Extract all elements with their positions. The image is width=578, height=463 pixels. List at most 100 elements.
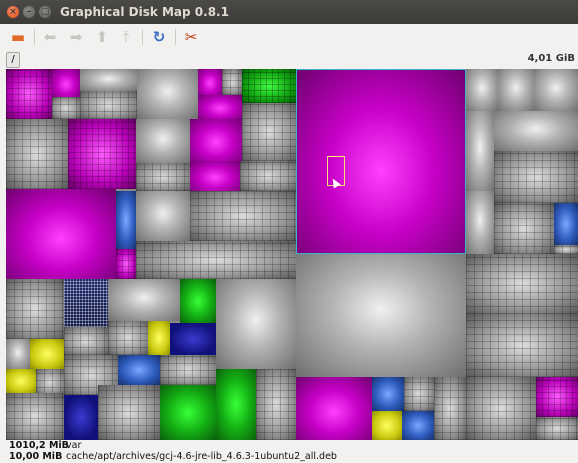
window-title: Graphical Disk Map 0.8.1 <box>60 5 229 19</box>
treemap-tile[interactable] <box>180 279 216 323</box>
preferences-button[interactable]: ✂ <box>181 27 201 47</box>
treemap-tile[interactable] <box>404 377 434 411</box>
treemap-tile[interactable] <box>240 161 296 191</box>
treemap-tile[interactable] <box>6 189 116 279</box>
treemap-tile[interactable] <box>136 163 190 191</box>
treemap-tile[interactable] <box>190 119 242 161</box>
treemap-tile[interactable] <box>52 97 80 119</box>
treemap-tile[interactable] <box>536 417 578 440</box>
treemap-tile[interactable] <box>402 411 434 440</box>
treemap-tile[interactable] <box>198 95 242 119</box>
treemap-tile[interactable] <box>190 161 240 191</box>
treemap-tile[interactable] <box>216 279 296 369</box>
treemap-tile[interactable] <box>372 377 404 411</box>
status-row-detail: 10,00 MiB cache/apt/archives/gcj-4.6-jre-… <box>9 451 337 462</box>
treemap-tile[interactable] <box>116 249 136 279</box>
treemap-tile[interactable] <box>222 69 242 95</box>
treemap-tile[interactable] <box>6 279 64 339</box>
treemap-tile[interactable] <box>466 377 536 440</box>
open-folder-icon: ▬ <box>10 28 26 46</box>
top-level-icon: ⤒ <box>122 28 130 46</box>
preferences-tools-icon: ✂ <box>184 28 198 46</box>
treemap-tile[interactable] <box>64 395 98 440</box>
toolbar-separator <box>175 29 176 45</box>
treemap-tile[interactable] <box>242 69 296 103</box>
treemap-tile[interactable] <box>216 369 256 440</box>
treemap-tile[interactable] <box>52 69 80 97</box>
path-bar: / 4,01 GiB <box>0 50 578 68</box>
treemap-tile[interactable] <box>6 393 64 440</box>
close-window-button[interactable]: × <box>7 6 19 18</box>
toolbar: ▬ ⬅ ➡ ⬆ ⤒ ↻ ✂ <box>0 24 578 50</box>
path-root-button[interactable]: / <box>6 52 20 68</box>
refresh-icon: ↻ <box>152 28 166 46</box>
treemap-tile[interactable] <box>30 339 64 369</box>
forward-button[interactable]: ➡ <box>66 27 86 47</box>
status-bar: 1010,2 MiBvar 10,00 MiB cache/apt/archive… <box>0 440 578 463</box>
treemap-tile[interactable] <box>6 369 36 393</box>
top-level-button[interactable]: ⤒ <box>116 27 136 47</box>
treemap-tile[interactable] <box>64 279 108 327</box>
treemap-tile[interactable] <box>372 411 402 440</box>
up-button[interactable]: ⬆ <box>92 27 112 47</box>
treemap-tile[interactable] <box>536 377 578 417</box>
disk-treemap[interactable] <box>6 69 578 440</box>
treemap-tile[interactable] <box>256 369 296 440</box>
treemap-tile[interactable] <box>64 327 108 355</box>
treemap-tile[interactable] <box>98 385 160 440</box>
treemap-tile[interactable] <box>6 69 52 119</box>
maximize-window-button[interactable]: □ <box>39 6 51 18</box>
status-size: 1010,2 MiB <box>9 440 69 451</box>
open-folder-button[interactable]: ▬ <box>8 27 28 47</box>
treemap-tile[interactable] <box>118 355 160 385</box>
treemap-tile[interactable] <box>554 203 578 245</box>
treemap-tile[interactable] <box>36 369 64 395</box>
treemap-tile[interactable] <box>190 191 296 241</box>
up-arrow-icon: ⬆ <box>95 28 109 46</box>
treemap-tile[interactable] <box>108 279 180 321</box>
treemap-tile[interactable] <box>494 203 554 254</box>
treemap-tile[interactable] <box>136 241 296 279</box>
treemap-tile-selected[interactable] <box>296 69 466 254</box>
back-button[interactable]: ⬅ <box>40 27 60 47</box>
treemap-tile[interactable] <box>80 91 137 119</box>
title-bar: × – □ Graphical Disk Map 0.8.1 <box>0 0 578 24</box>
toolbar-separator <box>142 29 143 45</box>
treemap-tile[interactable] <box>170 323 216 355</box>
treemap-tile[interactable] <box>136 191 190 241</box>
toolbar-separator <box>34 29 35 45</box>
treemap-tile[interactable] <box>198 69 222 95</box>
treemap-tile[interactable] <box>494 111 578 151</box>
status-size: 10,00 MiB <box>9 451 63 462</box>
treemap-tile[interactable] <box>242 103 296 161</box>
treemap-tile[interactable] <box>137 69 198 119</box>
refresh-button[interactable]: ↻ <box>149 27 169 47</box>
treemap-tile[interactable] <box>6 119 68 189</box>
treemap-tile[interactable] <box>296 254 466 377</box>
total-size: 4,01 GiB <box>527 53 575 64</box>
treemap-tile[interactable] <box>498 69 534 111</box>
treemap-tile[interactable] <box>116 191 136 249</box>
status-path: var <box>66 440 82 451</box>
treemap-tile[interactable] <box>466 111 494 191</box>
treemap-tile[interactable] <box>148 321 170 355</box>
minimize-window-button[interactable]: – <box>23 6 35 18</box>
treemap-tile[interactable] <box>534 69 578 111</box>
treemap-tile[interactable] <box>466 191 494 254</box>
forward-arrow-icon: ➡ <box>69 28 83 46</box>
treemap-tile[interactable] <box>466 314 578 377</box>
treemap-tile[interactable] <box>466 69 498 111</box>
treemap-tile[interactable] <box>6 339 30 369</box>
treemap-tile[interactable] <box>494 151 578 203</box>
status-path: cache/apt/archives/gcj-4.6-jre-lib_4.6.3… <box>66 451 337 462</box>
treemap-tile[interactable] <box>68 119 136 189</box>
treemap-tile[interactable] <box>434 377 466 440</box>
treemap-tile[interactable] <box>160 385 216 440</box>
treemap-tile[interactable] <box>160 355 216 385</box>
treemap-tile[interactable] <box>466 254 578 314</box>
treemap-tile[interactable] <box>80 69 137 91</box>
treemap-tile[interactable] <box>108 321 148 355</box>
treemap-tile[interactable] <box>136 119 190 163</box>
treemap-tile[interactable] <box>296 377 372 440</box>
treemap-tile[interactable] <box>554 245 578 254</box>
